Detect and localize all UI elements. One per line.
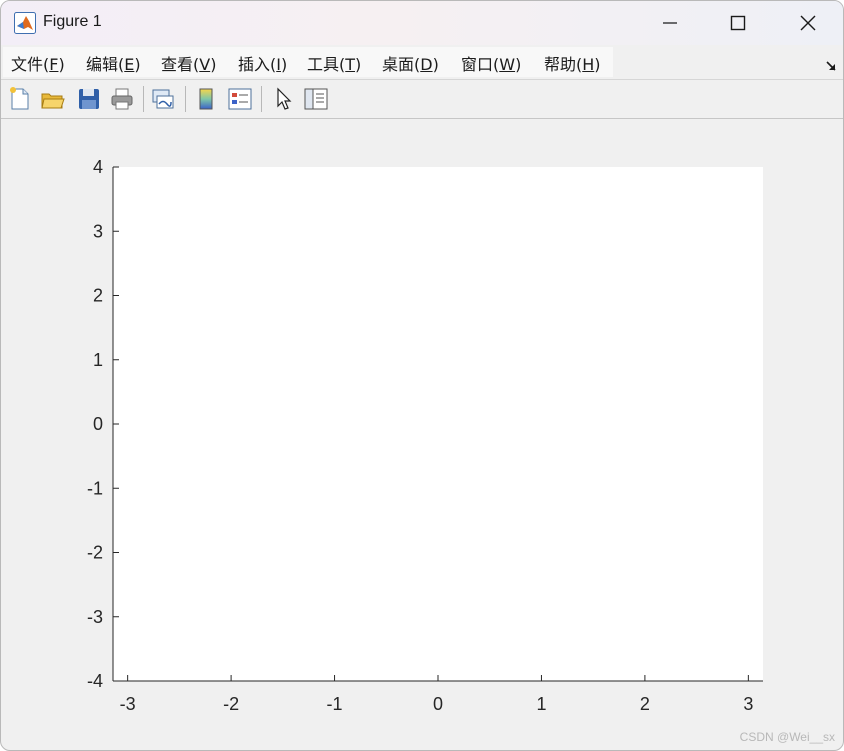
axes-plot: 4 3 2 1 0 -1 -2 -3 -4 -3 -2 -1 0 1 2 3: [87, 157, 763, 714]
x-tick-label: 2: [640, 694, 650, 714]
y-tick-label: -2: [87, 543, 103, 563]
y-tick-label: 1: [93, 350, 103, 370]
y-tick-label: -1: [87, 478, 103, 498]
y-tick-label: -4: [87, 671, 103, 691]
x-tick-label: 1: [536, 694, 546, 714]
y-tick-label: -3: [87, 607, 103, 627]
y-tick-label: 4: [93, 157, 103, 177]
x-tick-label: 0: [433, 694, 443, 714]
y-tick-label: 3: [93, 221, 103, 241]
x-tick-label: 3: [743, 694, 753, 714]
y-tick-label: 2: [93, 286, 103, 306]
x-tick-label: -3: [120, 694, 136, 714]
figure-window: Figure 1 文件(F) 编辑(E) 查看(V) 插入(I) 工具(T) 桌面(D) 窗…: [0, 0, 844, 751]
axes-background: [113, 167, 763, 681]
x-tick-label: -1: [327, 694, 343, 714]
x-tick-label: -2: [223, 694, 239, 714]
watermark: CSDN @Wei__sx: [739, 730, 835, 744]
y-tick-label: 0: [93, 414, 103, 434]
